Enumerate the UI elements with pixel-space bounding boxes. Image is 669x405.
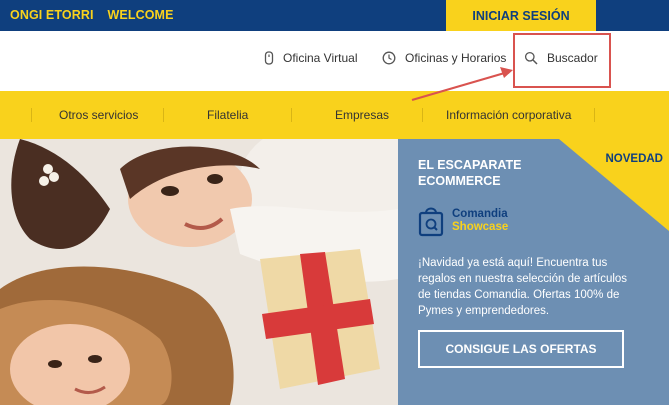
logo-line-2: Showcase — [452, 221, 509, 233]
nav-divider — [31, 108, 32, 122]
top-bar: ONGI ETORRI WELCOME INICIAR SESIÓN — [0, 0, 669, 31]
nav-divider — [422, 108, 423, 122]
nav-item-otros-servicios[interactable]: Otros servicios — [59, 108, 138, 122]
welcome-basque: ONGI ETORRI — [10, 8, 94, 22]
novedad-badge: NOVEDAD — [605, 153, 663, 165]
offices-hours-label: Oficinas y Horarios — [405, 51, 507, 65]
login-button[interactable]: INICIAR SESIÓN — [446, 0, 596, 31]
mobile-icon — [264, 51, 274, 65]
nav-divider — [163, 108, 164, 122]
logo-line-1: Comandia — [452, 208, 508, 220]
cta-offers-button[interactable]: CONSIGUE LAS OFERTAS — [418, 330, 624, 368]
clock-icon — [382, 51, 396, 65]
promo-title: EL ESCAPARATE ECOMMERCE — [418, 158, 522, 188]
comandia-showcase-logo[interactable]: Comandia Showcase — [418, 205, 508, 237]
hero-banner: NOVEDAD EL ESCAPARATE ECOMMERCE Comandia… — [0, 139, 669, 405]
utility-bar: Oficina Virtual Oficinas y Horarios Busc… — [0, 31, 669, 91]
main-nav: Otros servicios Filatelia Empresas Infor… — [0, 91, 669, 139]
virtual-office-link[interactable]: Oficina Virtual — [264, 51, 357, 65]
offices-hours-link[interactable]: Oficinas y Horarios — [382, 51, 506, 65]
nav-divider — [594, 108, 595, 122]
welcome-english: WELCOME — [107, 8, 174, 22]
hero-illustration — [0, 139, 398, 405]
search-highlight-box — [513, 33, 611, 88]
shopping-bag-icon — [418, 207, 444, 237]
promo-body: ¡Navidad ya está aquí! Encuentra tus reg… — [418, 257, 628, 317]
nav-item-filatelia[interactable]: Filatelia — [207, 108, 248, 122]
nav-divider — [291, 108, 292, 122]
hero-photo[interactable] — [0, 139, 398, 405]
promo-panel: NOVEDAD EL ESCAPARATE ECOMMERCE Comandia… — [398, 139, 669, 405]
nav-item-empresas[interactable]: Empresas — [335, 108, 389, 122]
nav-item-informacion-corporativa[interactable]: Información corporativa — [446, 108, 571, 122]
virtual-office-label: Oficina Virtual — [283, 51, 358, 65]
welcome-text: ONGI ETORRI WELCOME — [10, 8, 188, 22]
